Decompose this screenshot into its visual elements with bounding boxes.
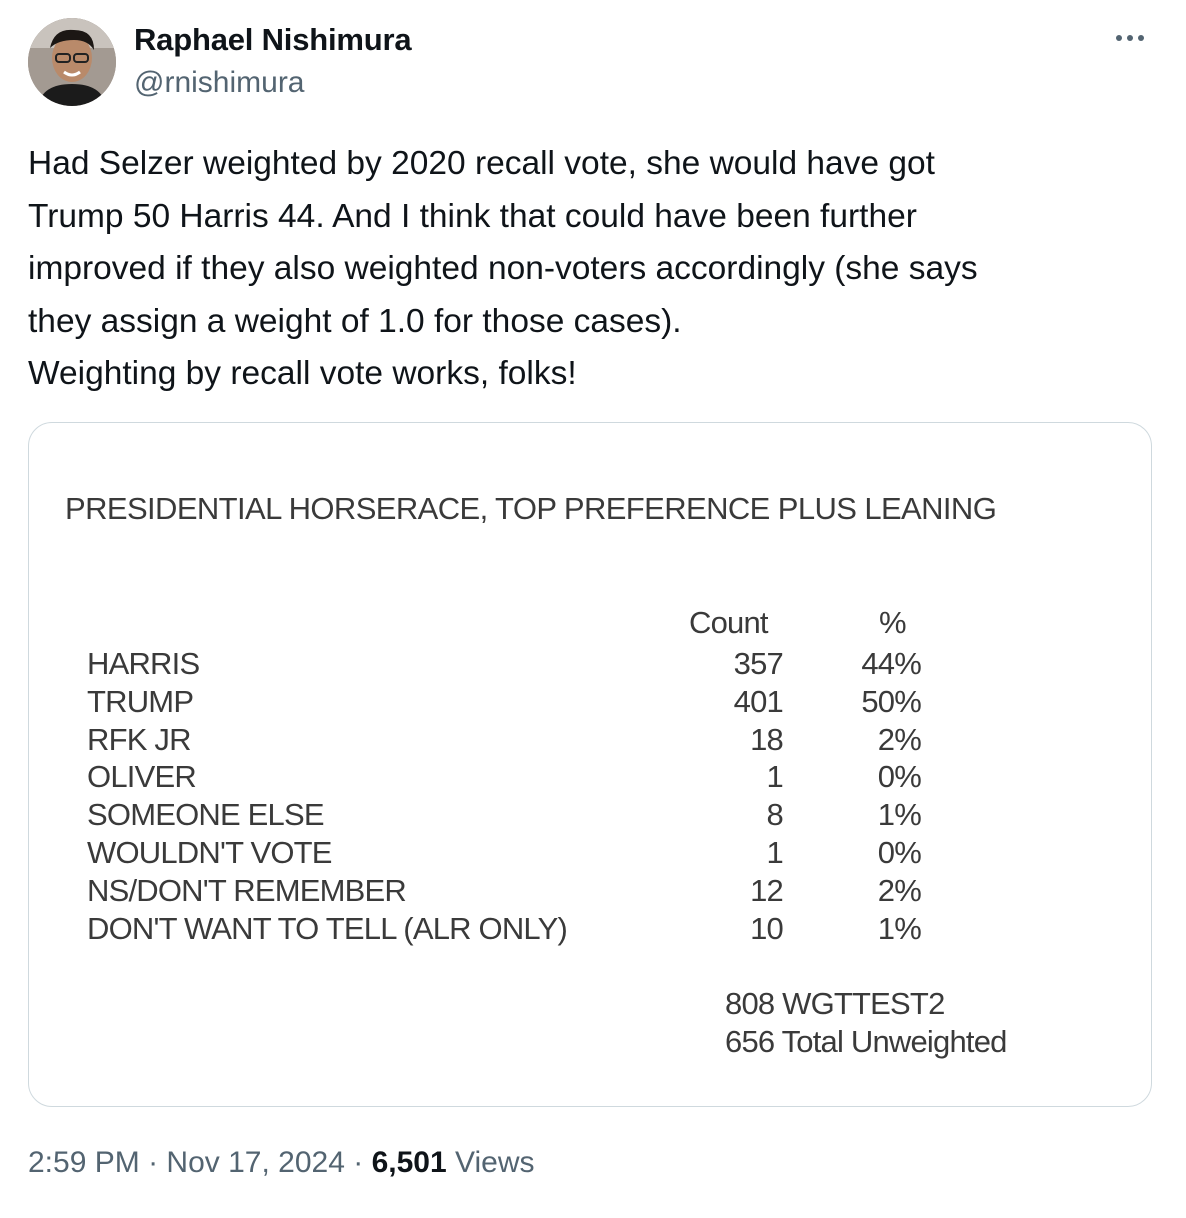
- more-options-button[interactable]: [1110, 24, 1150, 52]
- tweet-date[interactable]: Nov 17, 2024: [166, 1146, 344, 1179]
- row-percent: 44%: [861, 646, 921, 681]
- table-row: RFK JR 18 2%: [29, 721, 1151, 759]
- row-percent: 1%: [877, 910, 922, 946]
- tweet-text-line: Had Selzer weighted by 2020 recall vote,…: [28, 145, 935, 182]
- table-row: HARRIS 357 44%: [29, 645, 1151, 683]
- more-horizontal-icon: [1116, 35, 1122, 41]
- footer-weighted-total: 808 WGTTEST2: [725, 986, 945, 1021]
- row-percent: 0%: [877, 759, 922, 795]
- tweet-meta: 2:59 PM · Nov 17, 2024 · 6,501 Views: [28, 1146, 534, 1180]
- row-count: 357: [733, 646, 784, 681]
- tweet-text-line: they assign a weight of 1.0 for those ca…: [28, 302, 682, 340]
- table-row: SOMEONE ELSE 8 1%: [29, 796, 1151, 834]
- table-row: OLIVER 1 0%: [29, 758, 1151, 796]
- row-label: TRUMP: [87, 683, 194, 719]
- meta-separator: ·: [148, 1146, 159, 1179]
- more-horizontal-icon-dot: [1127, 35, 1133, 41]
- row-label: RFK JR: [87, 721, 192, 757]
- row-label: WOULDN'T VOTE: [87, 834, 332, 870]
- meta-separator: ·: [353, 1146, 364, 1179]
- table-rows: HARRIS 357 44% TRUMP 401 50% RFK JR 18 2…: [29, 645, 1151, 947]
- table-row: TRUMP 401 50%: [29, 683, 1151, 721]
- tweet-text-line: Weighting by recall vote works, folks!: [28, 355, 577, 392]
- column-header-count: Count: [689, 605, 769, 640]
- table-row: WOULDN'T VOTE 1 0%: [29, 834, 1151, 872]
- table-title: PRESIDENTIAL HORSERACE, TOP PREFERENCE P…: [65, 491, 997, 526]
- views-label[interactable]: Views: [455, 1146, 534, 1179]
- table-row: DON'T WANT TO TELL (ALR ONLY) 10 1%: [29, 910, 1151, 948]
- row-label: HARRIS: [87, 646, 200, 681]
- row-label: OLIVER: [87, 759, 197, 795]
- row-percent: 1%: [877, 797, 922, 833]
- tweet-text-line: Trump 50 Harris 44. And I think that cou…: [28, 197, 917, 235]
- row-count: 1: [766, 834, 784, 870]
- row-percent: 2%: [877, 721, 922, 757]
- tweet-text-line: improved if they also weighted non-voter…: [28, 250, 978, 287]
- table-footer: 808 WGTTEST2 656 Total Unweighted: [725, 985, 1007, 1061]
- media-image-card[interactable]: PRESIDENTIAL HORSERACE, TOP PREFERENCE P…: [28, 422, 1152, 1107]
- row-percent: 0%: [877, 834, 922, 870]
- tweet-time[interactable]: 2:59 PM: [28, 1146, 140, 1179]
- footer-unweighted-total: 656 Total Unweighted: [725, 1024, 1007, 1059]
- row-count: 12: [750, 872, 784, 908]
- row-label: SOMEONE ELSE: [87, 797, 325, 833]
- row-percent: 2%: [877, 872, 922, 908]
- tweet-text: Had Selzer weighted by 2020 recall vote,…: [28, 138, 1158, 401]
- row-count: 8: [766, 797, 784, 833]
- views-count[interactable]: 6,501: [372, 1146, 447, 1179]
- author-handle[interactable]: @rnishimura: [134, 66, 305, 100]
- row-count: 401: [733, 683, 784, 719]
- row-count: 10: [750, 910, 784, 946]
- row-count: 18: [750, 721, 784, 757]
- row-count: 1: [766, 759, 784, 795]
- row-label: DON'T WANT TO TELL (ALR ONLY): [87, 910, 568, 946]
- row-label: NS/DON'T REMEMBER: [87, 872, 407, 908]
- author-display-name[interactable]: Raphael Nishimura: [134, 22, 412, 58]
- column-header-percent: %: [879, 605, 907, 640]
- row-percent: 50%: [861, 683, 921, 719]
- avatar-image: [28, 18, 116, 106]
- table-row: NS/DON'T REMEMBER 12 2%: [29, 872, 1151, 910]
- tweet: Raphael Nishimura @rnishimura Had Selzer…: [0, 0, 1186, 1218]
- more-horizontal-icon-dot: [1138, 35, 1144, 41]
- avatar[interactable]: [28, 18, 116, 106]
